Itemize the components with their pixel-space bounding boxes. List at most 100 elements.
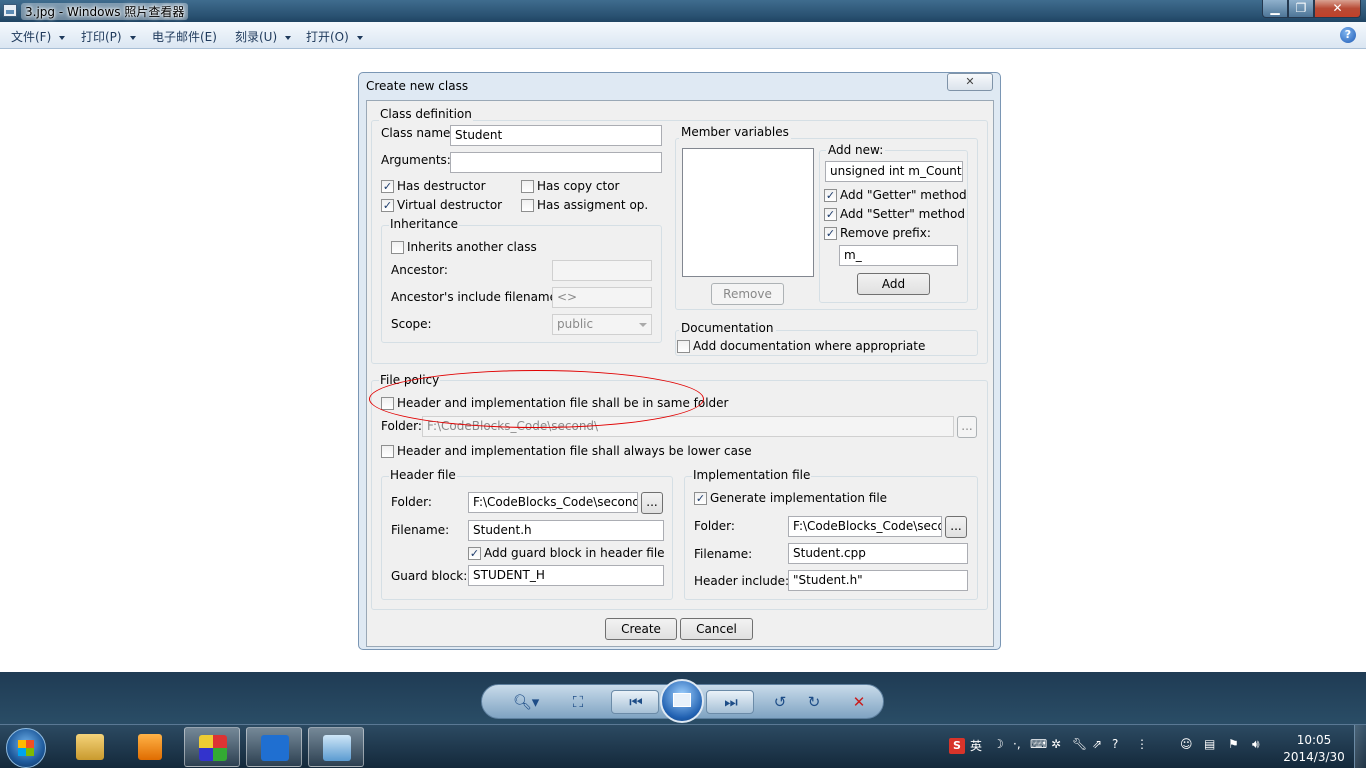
inherits-checkbox[interactable] xyxy=(391,241,404,254)
documentation-legend: Documentation xyxy=(679,321,776,335)
emoji-icon[interactable]: ☺ xyxy=(1180,737,1193,751)
menu-file[interactable]: 文件(F) xyxy=(11,28,66,45)
clock-date: 2014/3/30 xyxy=(1283,750,1345,764)
add-documentation-checkbox[interactable] xyxy=(677,340,690,353)
menu-burn-label: 刻录(U) xyxy=(235,30,278,44)
create-button[interactable]: Create xyxy=(605,618,677,640)
dialog-close-button[interactable]: ✕ xyxy=(947,73,993,91)
generate-impl-checkbox[interactable]: ✓ xyxy=(694,492,707,505)
clock[interactable]: 10:05 2014/3/30 xyxy=(1282,732,1346,766)
menu-email[interactable]: 电子邮件(E) xyxy=(152,28,217,45)
menu-open[interactable]: 打开(O) xyxy=(306,28,363,45)
volume-icon[interactable]: 🔊︎ xyxy=(1252,737,1260,752)
taskbar-media-player[interactable] xyxy=(122,727,178,767)
ime-mode[interactable]: 英 xyxy=(970,737,982,754)
add-member-button[interactable]: Add xyxy=(857,273,930,295)
impl-folder-input[interactable]: F:\CodeBlocks_Code\secon xyxy=(788,516,942,537)
impl-folder-label: Folder: xyxy=(694,519,735,533)
add-documentation-label: Add documentation where appropriate xyxy=(693,339,926,353)
arguments-input[interactable] xyxy=(450,152,662,173)
fit-to-window-icon[interactable]: ⛶ xyxy=(566,693,590,711)
prefix-input[interactable]: m_ xyxy=(839,245,958,266)
remove-member-button[interactable]: Remove xyxy=(711,283,784,305)
remove-prefix-checkbox[interactable]: ✓ xyxy=(824,227,837,240)
previous-button[interactable]: ⏮ xyxy=(611,690,659,714)
punctuation-icon[interactable]: ·, xyxy=(1013,737,1021,751)
has-assign-op-checkbox[interactable] xyxy=(521,199,534,212)
header-include-input[interactable]: "Student.h" xyxy=(788,570,968,591)
member-variables-legend: Member variables xyxy=(679,125,791,139)
external-icon[interactable]: ⇗ xyxy=(1092,737,1102,751)
header-filename-input[interactable]: Student.h xyxy=(468,520,664,541)
taskbar-explorer[interactable] xyxy=(62,727,118,767)
menu-email-label: 电子邮件(E) xyxy=(152,30,217,44)
sogou-ime-icon[interactable]: S xyxy=(949,738,965,754)
clock-time: 10:05 xyxy=(1296,733,1332,747)
ancestor-input[interactable] xyxy=(552,260,652,281)
wrench-icon[interactable]: 🔧︎ xyxy=(1072,737,1087,751)
impl-folder-browse-button[interactable]: ... xyxy=(945,516,967,538)
menu-burn[interactable]: 刻录(U) xyxy=(235,28,292,45)
tray-menu-icon[interactable]: ⋮ xyxy=(1136,737,1148,751)
network-icon[interactable]: ▤ xyxy=(1204,737,1215,751)
menu-print-label: 打印(P) xyxy=(81,30,122,44)
inheritance-legend: Inheritance xyxy=(389,217,460,231)
class-name-label: Class name: xyxy=(381,126,455,140)
maximize-button[interactable]: ❐ xyxy=(1288,0,1314,18)
menu-bar: 文件(F) 打印(P) 电子邮件(E) 刻录(U) 打开(O) xyxy=(0,22,1366,49)
rotate-right-icon[interactable]: ↻ xyxy=(802,693,826,711)
implementation-file-legend: Implementation file xyxy=(692,468,812,482)
virtual-destructor-checkbox[interactable]: ✓ xyxy=(381,199,394,212)
help-icon[interactable]: ? xyxy=(1340,27,1356,43)
cancel-button[interactable]: Cancel xyxy=(680,618,753,640)
moon-icon[interactable]: ☽ xyxy=(993,737,1004,751)
menu-print[interactable]: 打印(P) xyxy=(81,28,136,45)
guard-block-input[interactable]: STUDENT_H xyxy=(468,565,664,586)
member-variables-list[interactable] xyxy=(682,148,814,277)
window-titlebar: 3.jpg - Windows 照片查看器 xyxy=(0,0,1366,22)
taskbar-photo-viewer[interactable] xyxy=(308,727,364,767)
tools-icon[interactable]: ✲ xyxy=(1051,737,1061,751)
zoom-icon[interactable]: 🔍︎▾ xyxy=(508,693,544,711)
header-filename-label: Filename: xyxy=(391,523,450,537)
close-window-button[interactable]: ✕ xyxy=(1314,0,1361,18)
rotate-left-icon[interactable]: ↺ xyxy=(768,693,792,711)
minimize-button[interactable]: ▁ xyxy=(1262,0,1288,18)
flag-icon[interactable]: ⚑ xyxy=(1228,737,1239,751)
add-setter-checkbox[interactable]: ✓ xyxy=(824,208,837,221)
menu-open-label: 打开(O) xyxy=(306,30,349,44)
scope-value: public xyxy=(557,317,594,331)
lower-case-checkbox[interactable] xyxy=(381,445,394,458)
class-name-input[interactable]: Student xyxy=(450,125,662,146)
new-member-input[interactable]: unsigned int m_Counter xyxy=(825,161,963,182)
start-button[interactable] xyxy=(6,728,46,768)
delete-icon[interactable]: ✕ xyxy=(847,693,871,711)
next-button[interactable]: ⏭ xyxy=(706,690,754,714)
taskbar-maxthon[interactable] xyxy=(246,727,302,767)
has-copy-ctor-label: Has copy ctor xyxy=(537,179,620,193)
keyboard-icon[interactable]: ⌨ xyxy=(1030,737,1047,751)
menu-file-label: 文件(F) xyxy=(11,30,52,44)
taskbar-app-1[interactable] xyxy=(184,727,240,767)
slideshow-button[interactable] xyxy=(660,679,704,723)
header-include-label: Header include: xyxy=(694,574,790,588)
policy-folder-browse-button[interactable]: ... xyxy=(957,416,977,438)
guard-block-checkbox[interactable]: ✓ xyxy=(468,547,481,560)
has-destructor-checkbox[interactable]: ✓ xyxy=(381,180,394,193)
ancestor-include-label: Ancestor's include filename: xyxy=(391,290,562,304)
show-desktop-button[interactable] xyxy=(1354,725,1366,768)
header-folder-input[interactable]: F:\CodeBlocks_Code\second\ir xyxy=(468,492,638,513)
ancestor-label: Ancestor: xyxy=(391,263,448,277)
impl-filename-label: Filename: xyxy=(694,547,753,561)
lower-case-label: Header and implementation file shall alw… xyxy=(397,444,752,458)
header-folder-browse-button[interactable]: ... xyxy=(641,492,663,514)
has-copy-ctor-checkbox[interactable] xyxy=(521,180,534,193)
scope-select[interactable]: public xyxy=(552,314,652,335)
has-destructor-label: Has destructor xyxy=(397,179,486,193)
ancestor-include-input[interactable]: <> xyxy=(552,287,652,308)
policy-folder-label: Folder: xyxy=(381,419,422,433)
add-getter-checkbox[interactable]: ✓ xyxy=(824,189,837,202)
impl-filename-input[interactable]: Student.cpp xyxy=(788,543,968,564)
chevron-down-icon xyxy=(59,35,66,40)
help-tray-icon[interactable]: ? xyxy=(1112,737,1118,751)
